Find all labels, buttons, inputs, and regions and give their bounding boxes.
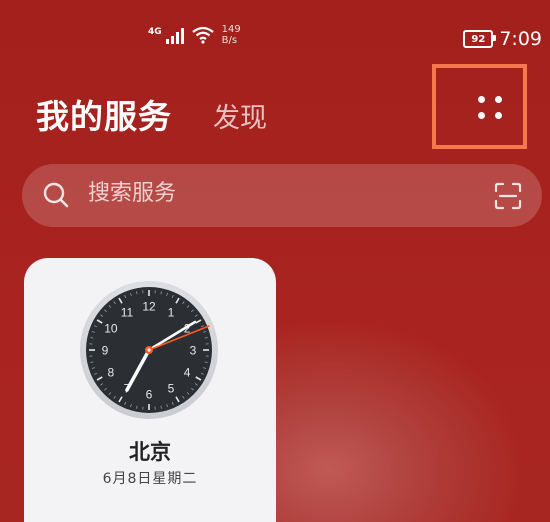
status-time: 7:09 xyxy=(499,28,542,50)
clock-center-cap xyxy=(147,348,151,352)
clock-dial-number: 1 xyxy=(168,305,175,319)
world-clock-widget[interactable]: 121234567891011 北京 6月8日星期二 xyxy=(24,258,276,522)
clock-dial-number: 6 xyxy=(146,388,153,402)
clock-dial-number: 9 xyxy=(102,344,109,358)
clock-dial-number: 5 xyxy=(168,382,175,396)
network-speed-unit: B/s xyxy=(221,35,238,46)
wifi-icon xyxy=(191,26,214,44)
signal-bars-icon xyxy=(165,28,184,44)
battery-icon: 92 xyxy=(463,30,497,48)
scan-icon[interactable] xyxy=(494,182,522,210)
status-bar-right: 92 7:09 xyxy=(463,28,542,50)
status-bar-left: 4G 149 B/s xyxy=(148,24,241,54)
clock-city: 北京 xyxy=(129,440,171,464)
clock-dial-number: 3 xyxy=(190,344,197,358)
clock-dial-number: 4 xyxy=(184,366,191,380)
search-icon xyxy=(43,182,69,208)
network-type-label: 4G xyxy=(148,27,162,37)
clock-dial-number: 11 xyxy=(121,305,134,319)
network-speed: 149 B/s xyxy=(222,24,241,46)
clock-dial-number: 12 xyxy=(142,300,156,314)
clock-dial-number: 8 xyxy=(108,366,115,380)
analog-clock: 121234567891011 xyxy=(80,281,218,419)
tab-discover[interactable]: 发现 xyxy=(213,96,267,135)
network-speed-value: 149 xyxy=(221,24,241,35)
page-title[interactable]: 我的服务 xyxy=(36,90,172,138)
search-input[interactable] xyxy=(86,180,470,207)
clock-dial-number: 10 xyxy=(104,322,118,336)
battery-level: 92 xyxy=(471,33,486,45)
clock-date: 6月8日星期二 xyxy=(102,471,198,487)
four-dots-icon[interactable] xyxy=(478,96,504,120)
search-bar[interactable] xyxy=(22,164,542,227)
